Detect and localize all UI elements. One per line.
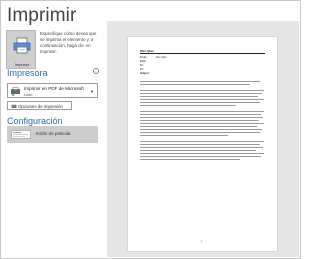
printer-options-button[interactable]: Opciones de impresión bbox=[7, 101, 72, 110]
preview-header-row: To: bbox=[140, 64, 144, 67]
printer-name: Imprimir en PDF de Microsoft bbox=[24, 86, 84, 91]
print-style-memo[interactable]: Estilo de pelicula bbox=[7, 126, 98, 143]
print-button-label: Imprimir bbox=[14, 62, 30, 67]
printer-status: Listo bbox=[24, 92, 33, 97]
printer-options-icon bbox=[11, 104, 17, 108]
preview-header-row: Sent: bbox=[140, 60, 146, 63]
print-button[interactable]: Imprimir bbox=[6, 30, 36, 69]
preview-header-row: From: Wen Qiao bbox=[140, 56, 167, 59]
printer-dropdown[interactable]: Imprimir en PDF de Microsoft Listo ▼ bbox=[7, 83, 98, 98]
preview-header-row: Cc: bbox=[140, 68, 144, 71]
print-settings-panel: Imprimir Especifique cómo desea que se i… bbox=[0, 30, 106, 259]
printer-icon bbox=[13, 37, 31, 54]
preview-page-number: 1 bbox=[201, 240, 203, 243]
printer-heading: Impresora bbox=[7, 68, 48, 78]
print-description: Especifique cómo desea que se imprima el… bbox=[40, 31, 97, 54]
printer-options-label: Opciones de impresión bbox=[18, 103, 63, 109]
print-style-label: Estilo de pelicula bbox=[36, 131, 71, 136]
preview-header-divider bbox=[140, 53, 265, 54]
chevron-down-icon: ▼ bbox=[90, 89, 94, 94]
backstage-title: Imprimir bbox=[7, 5, 77, 26]
info-icon[interactable]: i bbox=[93, 68, 99, 74]
memo-style-icon bbox=[11, 130, 31, 139]
settings-heading: Configuración bbox=[7, 116, 63, 126]
preview-page: Wen Qiao From: Wen Qiao Sent: To: Cc: Sub… bbox=[128, 37, 277, 251]
preview-header-row: Subject: bbox=[140, 72, 150, 75]
pdf-printer-icon bbox=[11, 87, 20, 96]
